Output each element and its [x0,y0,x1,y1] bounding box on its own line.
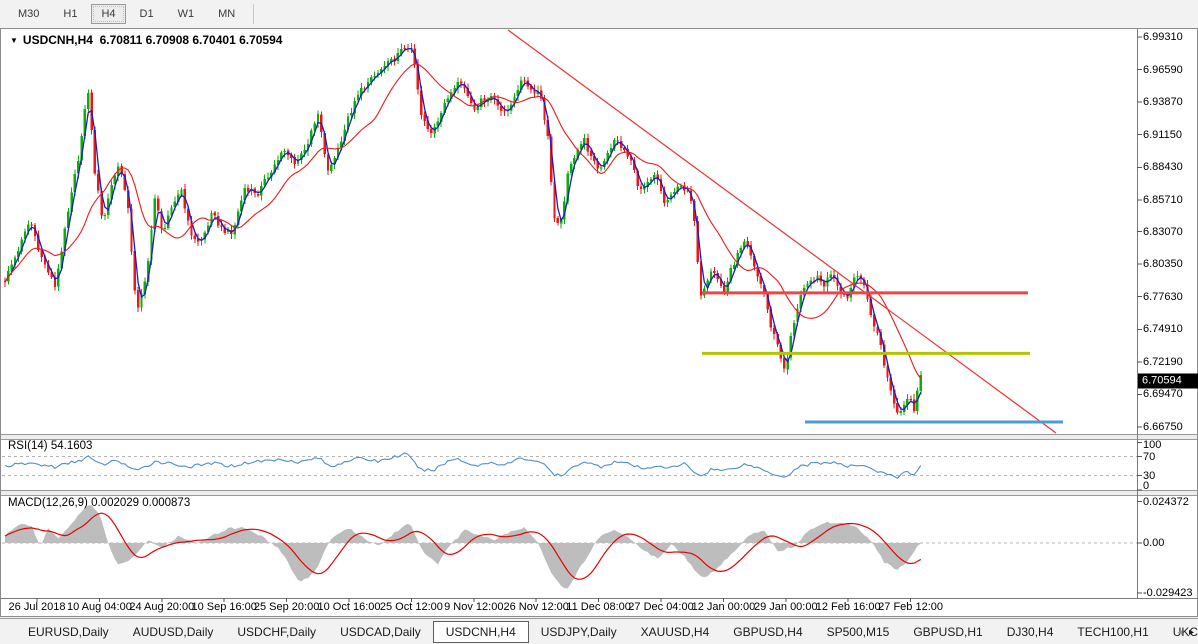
chart-title-symbol: USDCNH,H4 [23,33,93,47]
chart-title-ohlc: 6.70811 6.70908 6.70401 6.70594 [100,33,283,47]
time-axis-label: 24 Aug 20:00 [129,601,194,613]
chart-tab-dj30[interactable]: DJ30,H4 [995,621,1066,643]
chart-tab-usdjpy[interactable]: USDJPY,Daily [529,621,629,643]
time-axis-label: 11 Dec 08:00 [566,601,631,613]
chart-background [0,28,1198,617]
timeframe-button-h4[interactable]: H4 [91,4,125,24]
rsi-value: 54.1603 [51,440,93,452]
price-axis-label: 6.83070 [1143,226,1183,238]
time-axis-label: 26 Nov 12:00 [503,601,568,613]
time-axis-label: 25 Sep 20:00 [254,601,319,613]
chart-canvas[interactable] [0,0,1198,644]
chart-tab-eurusd[interactable]: EURUSD,Daily [16,621,121,643]
timeframe-button-mn[interactable]: MN [208,4,245,24]
tab-scroll-right-icon[interactable]: ▸ [1189,627,1194,638]
mt4-window: M30H1H4D1W1MN ▼ USDCNH,H4 6.70811 6.70908… [0,0,1198,644]
tab-scroll-controls: ◂▸ [1177,619,1194,644]
current-price-badge: 6.70594 [1138,373,1198,388]
timeframe-button-h1[interactable]: H1 [53,4,87,24]
time-axis-label: 27 Feb 12:00 [878,601,943,613]
time-axis-label: 10 Sep 16:00 [191,601,256,613]
price-axis-label: 6.88430 [1143,161,1183,173]
time-axis-label: 9 Nov 12:00 [444,601,503,613]
macd-axis-label: 0.00 [1143,537,1164,549]
chart-tab-usdcad[interactable]: USDCAD,Daily [328,621,433,643]
chart-tab-gbpusd[interactable]: GBPUSD,H1 [901,621,994,643]
macd-values: 0.002029 0.000873 [91,497,190,509]
chart-tab-xauusd[interactable]: XAUUSD,H4 [629,621,722,643]
timeframe-button-m30[interactable]: M30 [8,4,49,24]
price-axis-label: 6.93870 [1143,96,1183,108]
chart-tab-sp500[interactable]: SP500,M15 [815,621,902,643]
price-axis-label: 6.74910 [1143,323,1183,335]
price-axis-label: 6.80350 [1143,258,1183,270]
timeframe-toolbar: M30H1H4D1W1MN [0,0,1198,28]
time-axis-label: 25 Oct 12:00 [380,601,443,613]
rsi-label: RSI(14) 54.1603 [8,440,92,452]
time-axis-label: 26 Jul 2018 [9,601,66,613]
time-axis-label: 10 Oct 16:00 [318,601,381,613]
macd-axis-label: 0.024372 [1143,496,1189,508]
time-axis-label: 10 Aug 04:00 [67,601,132,613]
macd-name: MACD(12,26,9) [8,497,88,509]
time-axis-label: 12 Feb 16:00 [816,601,881,613]
macd-label: MACD(12,26,9) 0.002029 0.000873 [8,497,190,509]
rsi-name: RSI(14) [8,440,48,452]
chart-tab-usdchf[interactable]: USDCHF,Daily [225,621,328,643]
time-axis-label: 12 Jan 00:00 [692,601,756,613]
rsi-axis-label: 70 [1143,451,1155,463]
price-axis-label: 6.66750 [1143,421,1183,433]
symbol-dropdown-icon[interactable]: ▼ [10,36,18,45]
chart-tab-gbpusd[interactable]: GBPUSD,H4 [721,621,814,643]
toolbar-separator [253,4,254,24]
price-axis-label: 6.77630 [1143,291,1183,303]
price-axis-label: 6.91150 [1143,129,1182,141]
macd-axis-label: -0.029423 [1143,587,1193,599]
price-axis-label: 6.85710 [1143,194,1183,206]
time-axis-label: 27 Dec 04:00 [628,601,693,613]
rsi-axis-label: 100 [1143,439,1161,451]
timeframe-button-d1[interactable]: D1 [130,4,164,24]
chart-tab-tech100[interactable]: TECH100,H1 [1065,621,1160,643]
price-axis-label: 6.69470 [1143,388,1183,400]
price-axis-label: 6.72190 [1143,356,1183,368]
price-axis-label: 6.96590 [1143,64,1183,76]
time-axis-label: 29 Jan 00:00 [754,601,818,613]
chart-tab-usdcnh[interactable]: USDCNH,H4 [433,621,529,643]
chart-title: ▼ USDCNH,H4 6.70811 6.70908 6.70401 6.705… [10,33,282,47]
chart-tab-bar: EURUSD,DailyAUDUSD,DailyUSDCHF,DailyUSDC… [0,618,1198,644]
timeframe-button-w1[interactable]: W1 [168,4,205,24]
rsi-axis-label: 0 [1143,480,1149,492]
chart-tab-audusd[interactable]: AUDUSD,Daily [121,621,226,643]
price-axis-label: 6.99310 [1143,31,1183,43]
tab-scroll-left-icon[interactable]: ◂ [1177,627,1182,638]
